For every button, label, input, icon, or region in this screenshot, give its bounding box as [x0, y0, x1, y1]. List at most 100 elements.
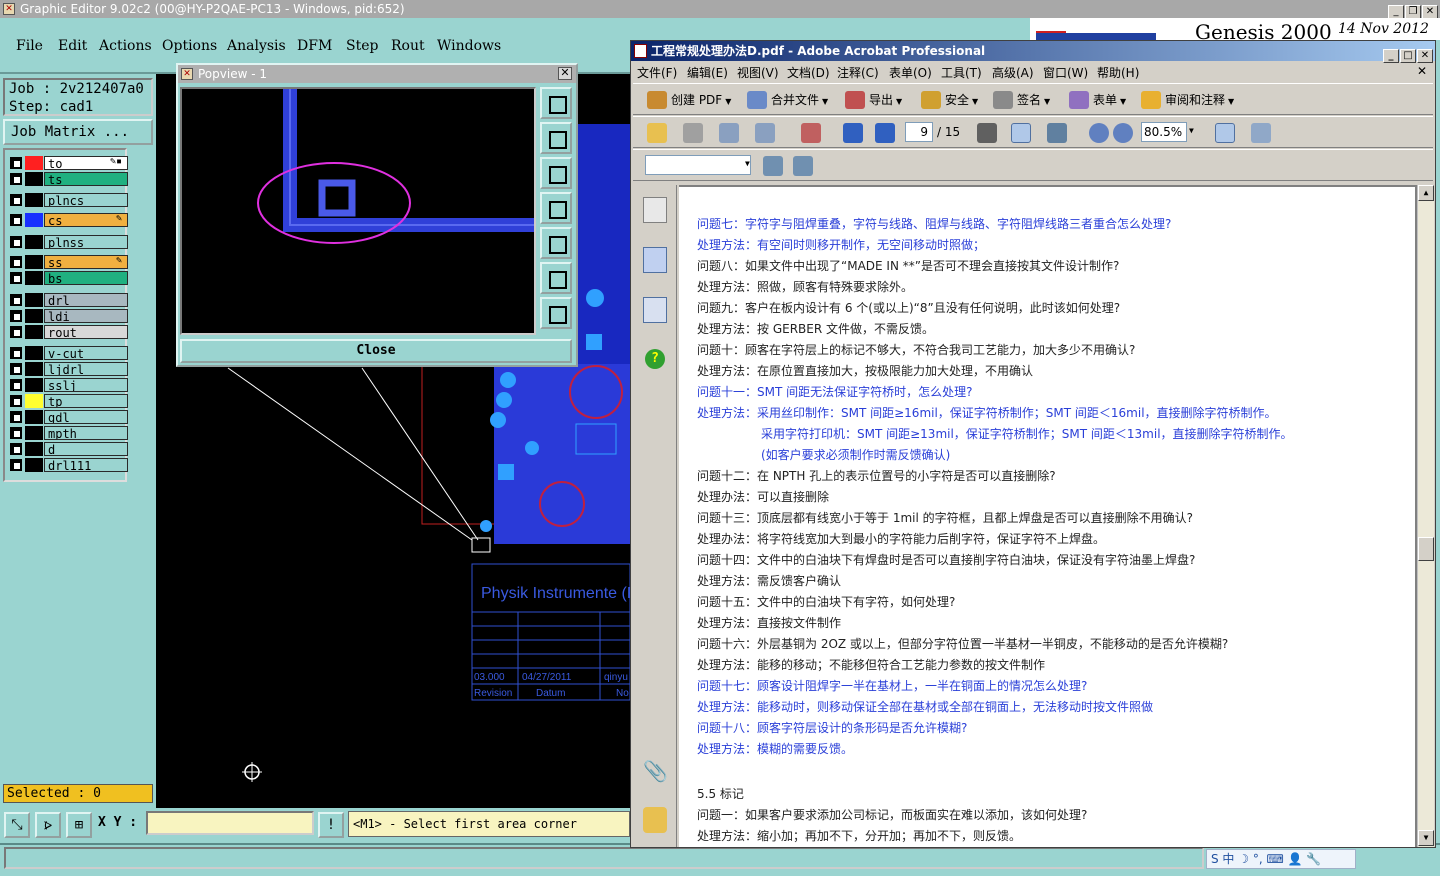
layer-color-swatch[interactable] [25, 394, 43, 408]
layer-row-bs[interactable]: bs [8, 271, 128, 285]
pan-right-icon[interactable] [540, 227, 572, 259]
fit-icon[interactable] [540, 297, 572, 329]
zoom-level-input[interactable]: 80.5% [1141, 122, 1187, 142]
layer-checkbox[interactable] [10, 326, 22, 338]
layer-row-rout[interactable]: rout [8, 325, 128, 339]
layer-name[interactable]: sslj [44, 378, 128, 392]
layer-checkbox[interactable] [10, 395, 22, 407]
menu-analysis[interactable]: Analysis [227, 38, 286, 54]
job-matrix-button[interactable]: Job Matrix ... [3, 119, 153, 145]
layer-checkbox[interactable] [10, 379, 22, 391]
layer-row-ldi[interactable]: ldi [8, 309, 128, 323]
search-previous-icon[interactable] [763, 156, 783, 176]
menu-file[interactable]: File [16, 38, 43, 54]
layer-checkbox[interactable] [10, 236, 22, 248]
layer-color-swatch[interactable] [25, 193, 43, 207]
layer-name[interactable]: plncs [44, 193, 128, 207]
menu-windows[interactable]: Windows [437, 38, 501, 54]
layer-checkbox[interactable] [10, 256, 22, 268]
ime-toolbar[interactable]: S 中 ☽ °, ⌨ 👤 🔧 [1206, 849, 1356, 869]
zoom-out-icon[interactable] [1089, 123, 1109, 143]
layer-color-swatch[interactable] [25, 309, 43, 323]
layer-row-tp[interactable]: tp [8, 394, 128, 408]
forms-button[interactable]: 表单 ▼ [1069, 89, 1126, 111]
minimize-icon[interactable]: _ [1383, 49, 1399, 63]
export-button[interactable]: 导出 ▼ [845, 89, 902, 111]
review-comment-button[interactable]: 审阅和注释 ▼ [1141, 89, 1234, 111]
menu-rout[interactable]: Rout [391, 38, 425, 54]
minimize-icon[interactable]: _ [1388, 5, 1404, 19]
menu-edit[interactable]: 编辑(E) [687, 64, 728, 81]
menu-window[interactable]: 窗口(W) [1043, 64, 1088, 81]
layer-row-mpth[interactable]: mpth [8, 426, 128, 440]
layer-checkbox[interactable] [10, 194, 22, 206]
layer-color-swatch[interactable] [25, 378, 43, 392]
select-text-icon[interactable] [977, 123, 997, 143]
layer-color-swatch[interactable] [25, 235, 43, 249]
layer-row-plncs[interactable]: plncs [8, 193, 128, 207]
layer-name[interactable]: v-cut [44, 346, 128, 360]
layer-name[interactable]: gdl [44, 410, 128, 424]
vertical-scrollbar[interactable]: ▲ ▼ [1417, 185, 1434, 847]
layer-color-swatch[interactable] [25, 172, 43, 186]
find-icon[interactable] [801, 123, 821, 143]
document-close-icon[interactable]: ✕ [1417, 64, 1427, 78]
info-icon[interactable]: ! [318, 812, 344, 838]
pan-left-icon[interactable] [540, 192, 572, 224]
menu-step[interactable]: Step [346, 38, 378, 54]
close-icon[interactable]: ✕ [1417, 49, 1433, 63]
layer-row-cs[interactable]: cs ✎ [8, 213, 128, 227]
layer-color-swatch[interactable] [25, 156, 43, 170]
menu-advanced[interactable]: 高级(A) [992, 64, 1034, 81]
menu-forms[interactable]: 表单(O) [889, 64, 932, 81]
layer-checkbox[interactable] [10, 272, 22, 284]
menu-document[interactable]: 文档(D) [787, 64, 830, 81]
signatures-icon[interactable] [643, 297, 667, 323]
layer-row-to[interactable]: to ✎▪ [8, 156, 128, 170]
search-next-icon[interactable] [793, 156, 813, 176]
layer-row-drl[interactable]: drl [8, 293, 128, 307]
layer-color-swatch[interactable] [25, 362, 43, 376]
pages-icon[interactable] [643, 197, 667, 223]
zoom-in-icon[interactable] [1113, 123, 1133, 143]
layer-color-swatch[interactable] [25, 293, 43, 307]
layer-name[interactable]: mpth [44, 426, 128, 440]
layer-name[interactable]: d [44, 442, 128, 456]
layer-checkbox[interactable] [10, 294, 22, 306]
layer-color-swatch[interactable] [25, 255, 43, 269]
layer-row-d[interactable]: d [8, 442, 128, 456]
layer-name[interactable]: plnss [44, 235, 128, 249]
scroll-thumb[interactable] [1418, 537, 1434, 561]
layer-checkbox[interactable] [10, 214, 22, 226]
zoom-tool-icon[interactable] [1047, 123, 1067, 143]
layer-name[interactable]: drl111 [44, 458, 128, 472]
layer-checkbox[interactable] [10, 347, 22, 359]
layer-color-swatch[interactable] [25, 271, 43, 285]
maximize-icon[interactable]: □ [1400, 49, 1416, 63]
popview-canvas[interactable] [180, 87, 536, 335]
layer-checkbox[interactable] [10, 310, 22, 322]
layer-checkbox[interactable] [10, 363, 22, 375]
menu-tools[interactable]: 工具(T) [941, 64, 982, 81]
menu-dfm[interactable]: DFM [297, 38, 332, 54]
zoom-in-icon[interactable] [540, 87, 572, 119]
bookmarks-icon[interactable] [643, 247, 667, 273]
layer-name[interactable]: drl [44, 293, 128, 307]
measure-icon[interactable]: ⦠ [35, 812, 61, 838]
close-icon[interactable]: ✕ [1422, 5, 1438, 19]
menu-comments[interactable]: 注释(C) [837, 64, 879, 81]
scroll-up-icon[interactable]: ▲ [1418, 185, 1434, 201]
sign-button[interactable]: 签名 ▼ [993, 89, 1050, 111]
next-page-icon[interactable] [875, 123, 895, 143]
scroll-down-icon[interactable]: ▼ [1418, 830, 1434, 846]
attachments-icon[interactable]: 📎 [643, 759, 668, 785]
layer-name[interactable]: tp [44, 394, 128, 408]
search-combo[interactable] [645, 155, 751, 175]
open-folder-icon[interactable] [647, 123, 667, 143]
layer-row-drl111[interactable]: drl111 [8, 458, 128, 472]
search-dropdown-icon[interactable]: ▼ [745, 159, 750, 168]
layer-color-swatch[interactable] [25, 410, 43, 424]
menu-edit[interactable]: Edit [58, 38, 87, 54]
create-pdf-button[interactable]: 创建 PDF ▼ [647, 89, 731, 111]
combine-files-button[interactable]: 合并文件 ▼ [747, 89, 828, 111]
